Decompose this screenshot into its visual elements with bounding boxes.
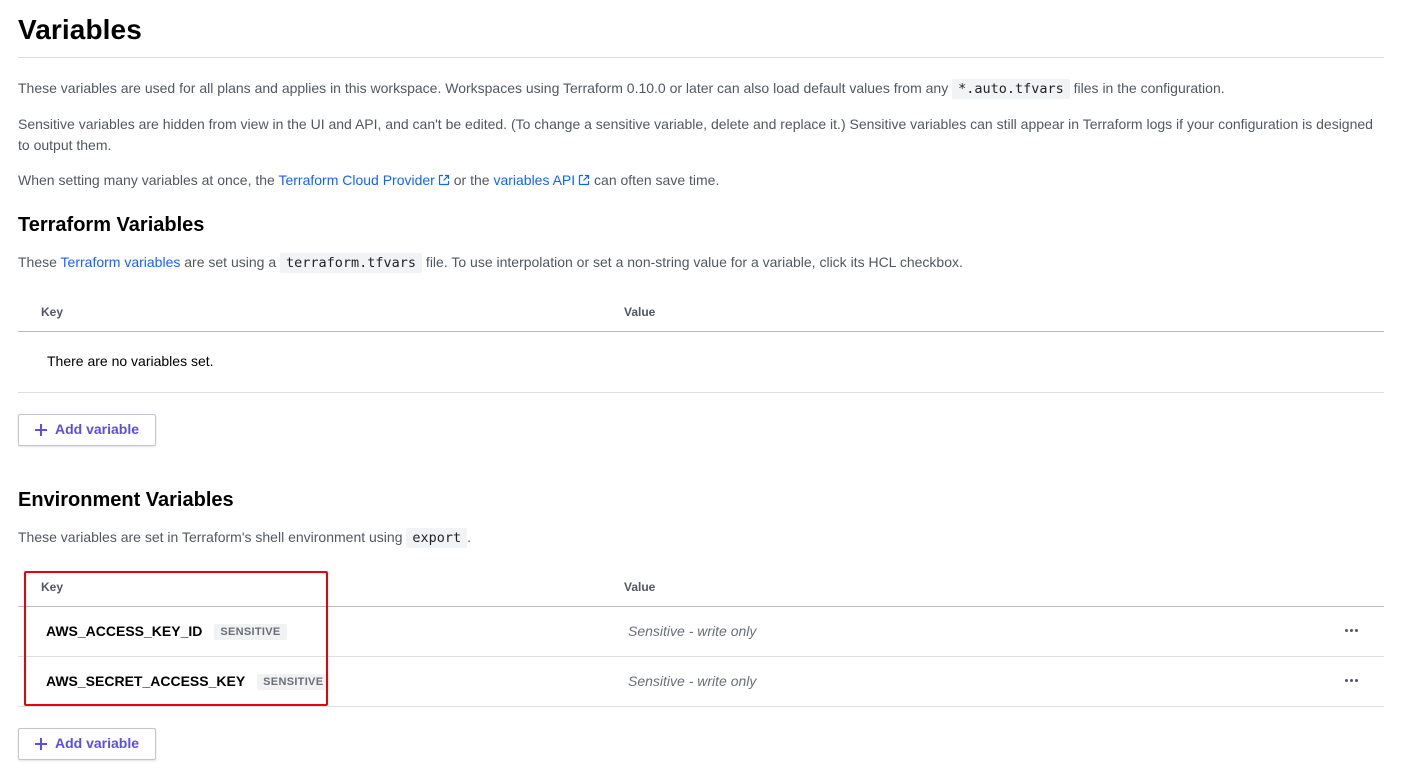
add-variable-label: Add variable: [55, 735, 140, 751]
environment-variables-description: These variables are set in Terraform's s…: [18, 528, 472, 548]
plus-icon: [35, 738, 47, 750]
empty-state-text: There are no variables set.: [47, 353, 214, 369]
add-variable-label: Add variable: [55, 421, 140, 437]
variable-key[interactable]: AWS_ACCESS_KEY_ID SENSITIVE: [46, 623, 287, 640]
intro-provider-or: or the: [449, 172, 494, 188]
export-code: export: [406, 528, 468, 548]
table-row: AWS_ACCESS_KEY_ID SENSITIVE Sensitive - w…: [18, 607, 1384, 657]
terraform-tfvars-code: terraform.tfvars: [280, 253, 423, 273]
environment-variables-heading: Environment Variables: [18, 489, 234, 511]
terraform-variables-heading: Terraform Variables: [18, 214, 205, 236]
column-header-key: Key: [41, 305, 64, 319]
variables-api-link[interactable]: variables API: [493, 172, 590, 188]
intro-paragraph-provider: When setting many variables at once, the…: [18, 170, 1384, 191]
auto-tfvars-code: *.auto.tfvars: [952, 79, 1070, 99]
add-terraform-variable-button[interactable]: Add variable: [18, 414, 156, 446]
intro-paragraph-sensitive: Sensitive variables are hidden from view…: [18, 116, 1373, 153]
table-row: AWS_SECRET_ACCESS_KEY SENSITIVE Sensitive…: [18, 657, 1384, 707]
environment-variables-table-header: Key Value: [18, 568, 1384, 607]
plus-icon: [35, 424, 47, 436]
variable-value: Sensitive - write only: [628, 673, 757, 689]
external-link-icon: [438, 174, 449, 186]
sensitive-badge: SENSITIVE: [214, 624, 287, 640]
page-title: Variables: [18, 14, 142, 45]
terraform-variables-empty-row: There are no variables set.: [18, 332, 1384, 393]
intro-paragraph-autotfvars: These variables are used for all plans a…: [18, 78, 1384, 100]
column-header-value: Value: [624, 305, 656, 319]
column-header-key: Key: [41, 580, 64, 594]
terraform-cloud-provider-link[interactable]: Terraform Cloud Provider: [278, 172, 449, 188]
intro-text: These variables are used for all plans a…: [18, 80, 953, 96]
add-environment-variable-button[interactable]: Add variable: [18, 728, 156, 760]
more-options-icon[interactable]: [1342, 671, 1362, 689]
variable-key[interactable]: AWS_SECRET_ACCESS_KEY SENSITIVE: [46, 673, 330, 690]
more-options-icon[interactable]: [1342, 621, 1362, 639]
variable-value: Sensitive - write only: [628, 623, 757, 639]
column-header-value: Value: [624, 580, 656, 594]
terraform-variables-description: These Terraform variables are set using …: [18, 253, 963, 273]
external-link-icon: [579, 174, 590, 186]
terraform-variables-link[interactable]: Terraform variables: [61, 254, 181, 270]
intro-provider-end: can often save time.: [590, 172, 720, 188]
intro-text-end: files in the configuration.: [1069, 80, 1225, 96]
sensitive-badge: SENSITIVE: [257, 674, 330, 690]
intro-provider-text: When setting many variables at once, the: [18, 172, 279, 188]
title-divider: [18, 57, 1384, 58]
terraform-variables-table-header: Key Value: [18, 293, 1384, 332]
